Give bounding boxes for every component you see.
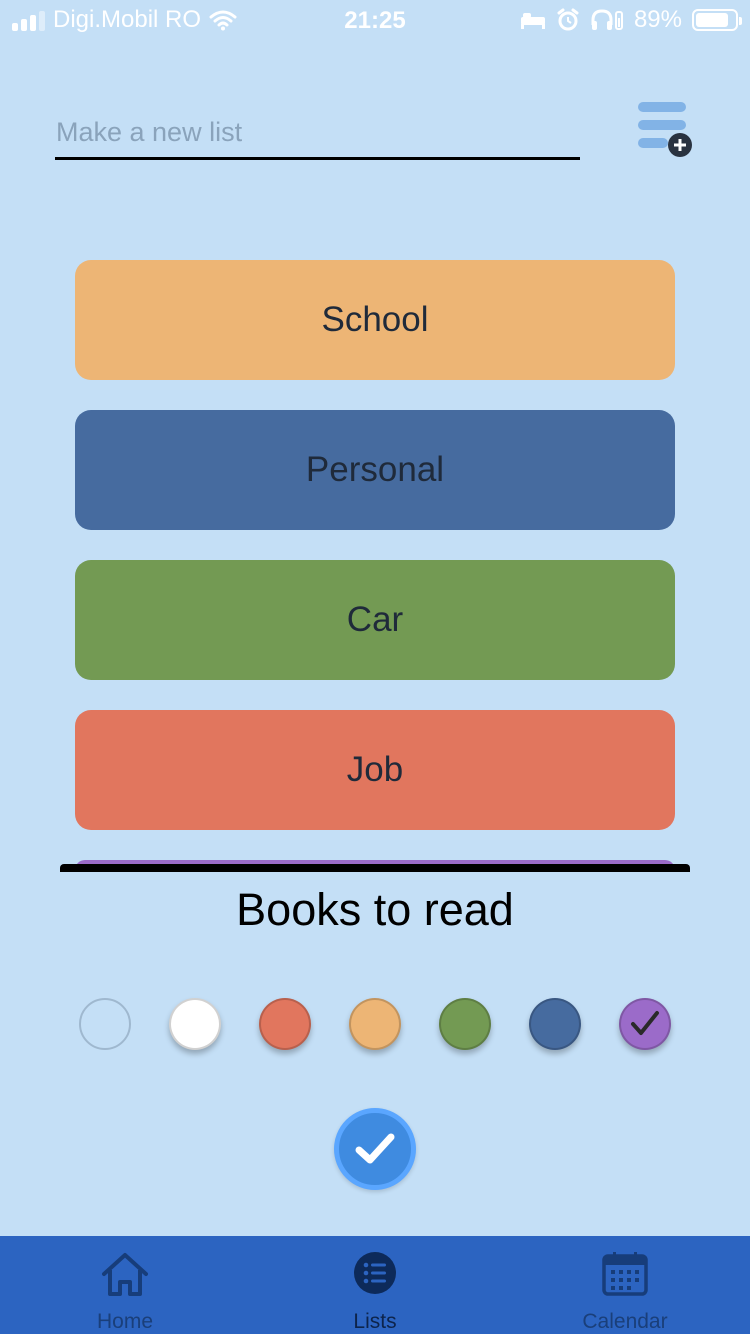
tab-lists[interactable]: Lists <box>250 1236 500 1334</box>
color-option-purple[interactable] <box>619 998 671 1050</box>
home-icon <box>102 1253 148 1296</box>
list-card-car[interactable]: Car <box>75 560 675 680</box>
editor-list-title[interactable]: Books to read <box>0 884 750 936</box>
list-card-school[interactable]: School <box>75 260 675 380</box>
list-card-label: Car <box>346 600 404 639</box>
color-option-white[interactable] <box>169 998 221 1050</box>
confirm-button[interactable] <box>334 1108 416 1190</box>
color-option-green[interactable] <box>439 998 491 1050</box>
selected-check-icon <box>631 1011 659 1035</box>
list-card-label: Job <box>346 750 404 789</box>
sheet-top-edge <box>60 864 690 872</box>
list-card-job[interactable]: Job <box>75 710 675 830</box>
checkmark-icon <box>355 1133 395 1164</box>
list-card-label: School <box>321 300 429 339</box>
list-card-label: Personal <box>305 450 445 489</box>
list-icon <box>354 1252 396 1294</box>
color-option-light-blue[interactable] <box>79 998 131 1050</box>
lists-scroll-area[interactable]: School Personal Car Job <box>0 0 750 870</box>
tab-label: Calendar <box>582 1310 668 1333</box>
color-option-blue[interactable] <box>529 998 581 1050</box>
tab-label: Lists <box>353 1310 397 1333</box>
color-option-orange[interactable] <box>349 998 401 1050</box>
color-option-red[interactable] <box>259 998 311 1050</box>
list-card-personal[interactable]: Personal <box>75 410 675 530</box>
calendar-icon <box>602 1252 648 1296</box>
tab-calendar[interactable]: Calendar <box>500 1236 750 1334</box>
tab-home[interactable]: Home <box>0 1236 250 1334</box>
tab-bar: Home Lists Calendar <box>0 1236 750 1334</box>
tab-label: Home <box>96 1310 154 1333</box>
